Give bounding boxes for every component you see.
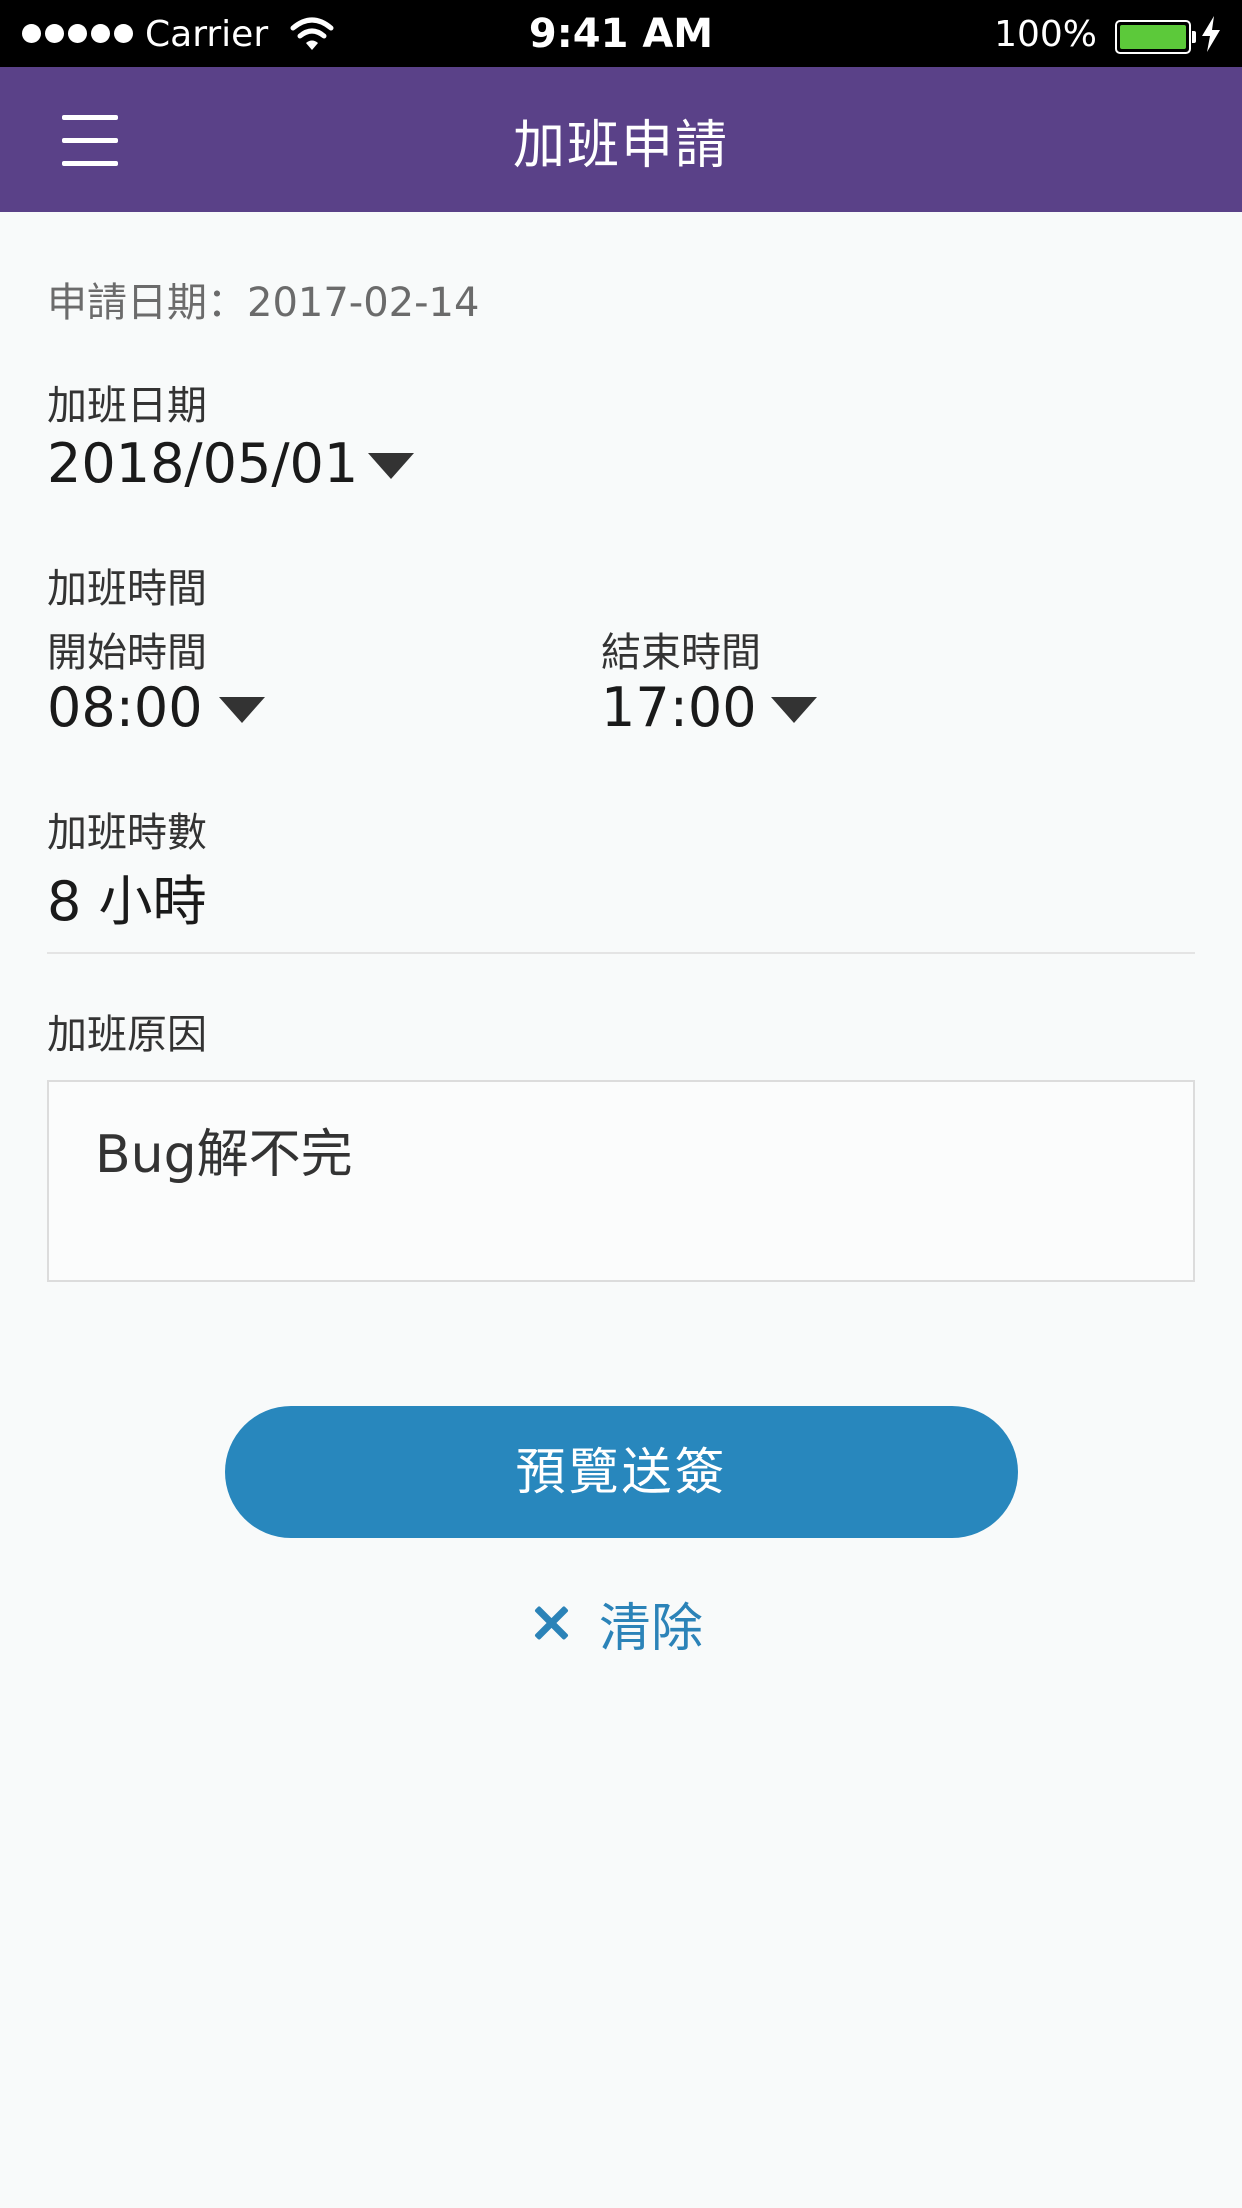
navigation-bar: 加班申請 [0,67,1242,212]
close-icon[interactable] [533,1605,569,1641]
overtime-reason-input[interactable]: Bug解不完 [47,1080,1195,1282]
overtime-date-label: 加班日期 [47,383,207,429]
start-time-value[interactable]: 08:00 [47,676,203,739]
chevron-down-icon[interactable] [219,697,265,723]
overtime-hours-label: 加班時數 [47,810,207,856]
overtime-date-value[interactable]: 2018/05/01 [47,432,358,495]
start-time-label: 開始時間 [47,630,207,676]
battery-percentage: 100% [994,14,1097,55]
chevron-down-icon[interactable] [368,453,414,479]
chevron-down-icon[interactable] [771,697,817,723]
overtime-hours-value: 8 小時 [47,870,207,933]
apply-date: 申請日期：2017-02-14 [47,280,480,326]
end-time-value[interactable]: 17:00 [601,676,757,739]
overtime-time-label: 加班時間 [47,566,207,612]
status-bar: Carrier 9:41 AM 100% [0,0,1242,67]
charging-bolt-icon [1202,16,1220,52]
preview-submit-button[interactable]: 預覽送簽 [225,1406,1018,1538]
clear-button[interactable]: 清除 [533,1588,704,1659]
clear-button-label: 清除 [599,1598,704,1659]
end-time-label: 結束時間 [601,630,761,676]
divider [47,952,1195,954]
page-title: 加班申請 [512,116,729,176]
overtime-reason-label: 加班原因 [47,1012,207,1058]
battery-icon [1115,20,1196,54]
